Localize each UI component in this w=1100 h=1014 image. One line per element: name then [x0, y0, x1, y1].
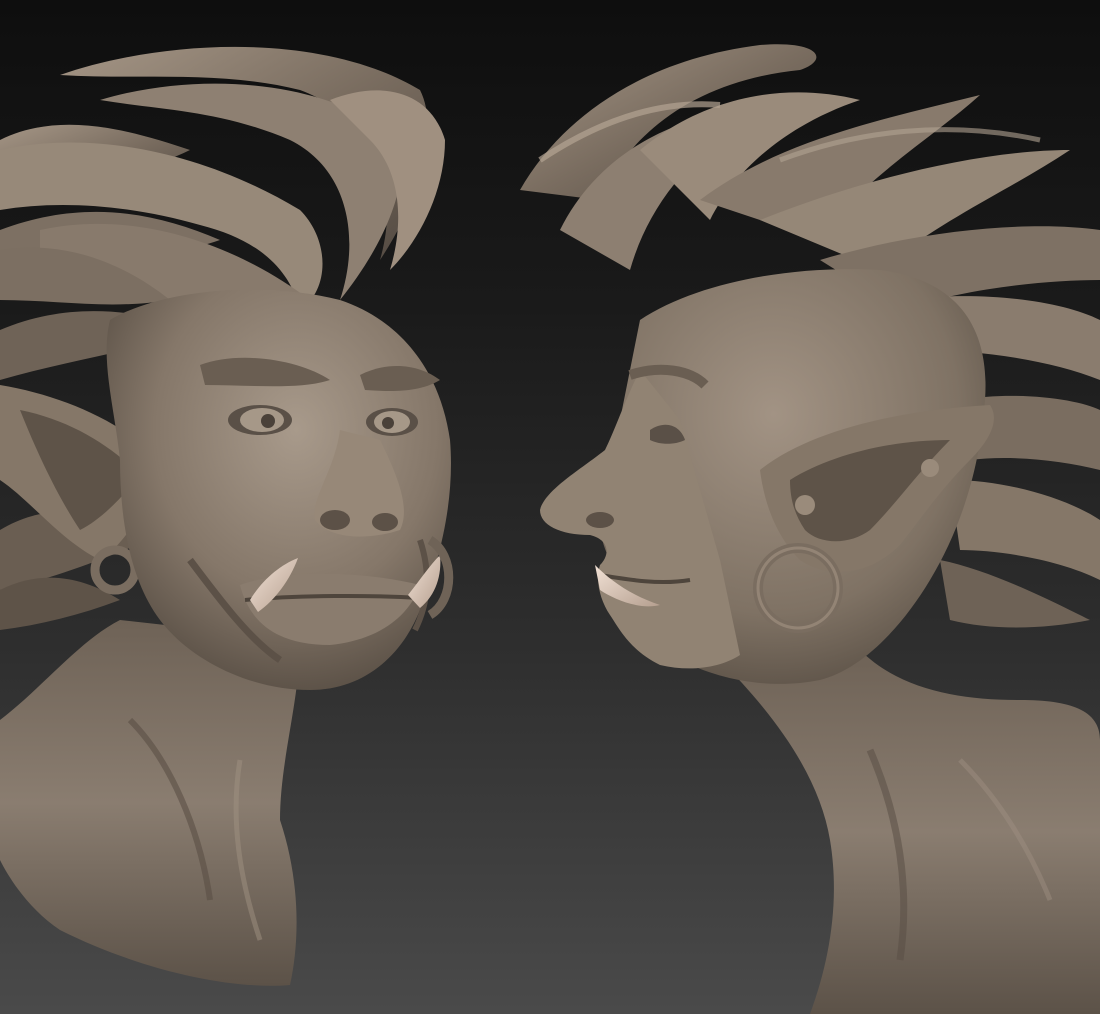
sculpt-render: [0, 44, 1100, 1014]
sculpt-viewport[interactable]: [0, 0, 1100, 1014]
right-bust: [520, 44, 1100, 1014]
right-neck: [720, 650, 1100, 1014]
left-bust: [0, 46, 454, 986]
